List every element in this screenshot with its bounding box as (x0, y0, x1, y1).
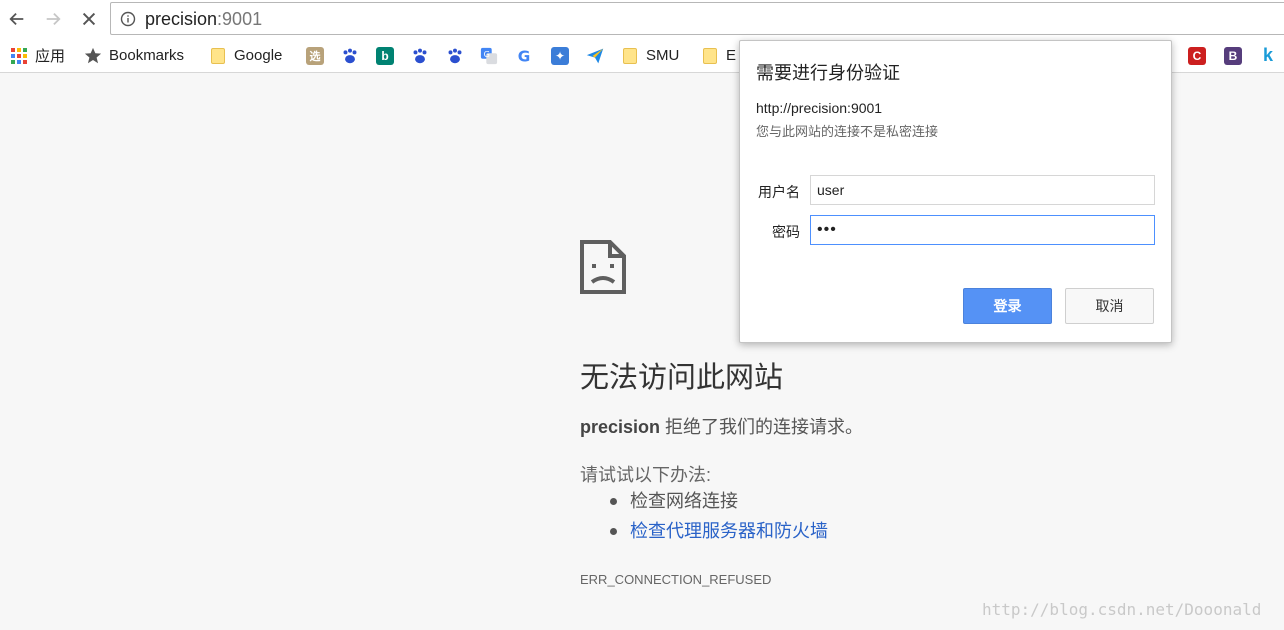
folder-icon (701, 47, 719, 65)
suggestions-heading: 请试试以下办法: (580, 465, 712, 485)
password-label: 密码 (772, 224, 800, 240)
b-logo-icon: B (1224, 46, 1242, 65)
paper-plane-icon (586, 47, 604, 65)
suggestions-list: 检查网络连接 检查代理服务器和防火墙 (580, 489, 828, 549)
error-code: ERR_CONNECTION_REFUSED (580, 572, 772, 587)
bookmark-send[interactable] (586, 38, 611, 73)
address-bar[interactable]: precision:9001 (110, 2, 1284, 35)
dialog-origin: http://precision:9001 (756, 100, 883, 116)
username-input[interactable] (810, 175, 1155, 205)
close-icon (82, 12, 96, 26)
baidu-paw-icon (446, 47, 464, 65)
bookmark-smu-folder[interactable]: SMU (621, 38, 679, 73)
baidu-paw-icon (341, 47, 359, 65)
bookmark-k[interactable]: k (1259, 38, 1277, 73)
bookmark-label: SMU (646, 47, 680, 64)
bookmark-puzzle[interactable]: ✦ (551, 38, 569, 73)
url-text: precision:9001 (145, 9, 262, 30)
error-host: precision (580, 417, 661, 437)
cancel-button[interactable]: 取消 (1065, 288, 1154, 324)
bookmark-apps[interactable]: 应用 (10, 38, 65, 73)
auth-dialog: 需要进行身份验证 http://precision:9001 您与此网站的连接不… (739, 40, 1172, 343)
google-translate-icon: G (480, 47, 498, 65)
bookmark-google-folder[interactable]: Google (209, 38, 282, 73)
bookmark-b[interactable]: B (1224, 38, 1242, 73)
folder-icon (621, 47, 639, 65)
sad-page-icon (580, 240, 626, 294)
bookmark-google[interactable]: G (516, 38, 541, 73)
forward-button[interactable] (40, 6, 66, 32)
watermark: http://blog.csdn.net/Dooonald (982, 600, 1262, 619)
bookmark-xuan[interactable]: 选 (306, 38, 324, 73)
bookmark-c[interactable]: C (1188, 38, 1206, 73)
bookmark-label: 应用 (35, 48, 66, 65)
arrow-right-icon (46, 12, 61, 26)
dialog-title: 需要进行身份验证 (756, 63, 900, 83)
k-logo-icon: k (1262, 45, 1273, 65)
bookmark-google-translate[interactable]: G (480, 38, 505, 73)
bing-icon: b (376, 46, 394, 65)
bookmark-label: E (726, 47, 737, 64)
url-port: :9001 (217, 9, 263, 29)
folder-icon (209, 47, 227, 65)
stop-button[interactable] (76, 6, 102, 32)
bookmark-bookmarks[interactable]: Bookmarks (84, 38, 184, 73)
bookmark-baidu-2[interactable] (411, 38, 436, 73)
bookmark-bing[interactable]: b (376, 38, 394, 73)
error-message: 拒绝了我们的连接请求。 (660, 417, 864, 437)
c-logo-icon: C (1188, 46, 1206, 65)
suggestion-check-network: 检查网络连接 (580, 489, 828, 519)
google-g-icon: G (516, 47, 534, 65)
arrow-left-icon (9, 12, 24, 26)
svg-text:G: G (518, 47, 531, 65)
bookmark-baidu-3[interactable] (446, 38, 471, 73)
star-icon (84, 47, 102, 65)
bookmark-label: Google (234, 47, 283, 64)
username-label: 用户名 (758, 184, 800, 200)
error-title: 无法访问此网站 (580, 362, 784, 394)
password-input[interactable] (810, 215, 1155, 245)
bookmark-e-folder[interactable]: E (701, 38, 736, 73)
info-icon[interactable] (120, 11, 136, 27)
xuan-icon: 选 (306, 46, 324, 65)
error-description: precision 拒绝了我们的连接请求。 (580, 413, 863, 439)
suggestion-check-proxy-link[interactable]: 检查代理服务器和防火墙 (580, 519, 828, 549)
bookmark-label: Bookmarks (109, 47, 185, 64)
dialog-privacy-note: 您与此网站的连接不是私密连接 (756, 124, 939, 139)
puzzle-icon: ✦ (551, 46, 569, 65)
url-host: precision (145, 9, 218, 29)
login-button[interactable]: 登录 (963, 288, 1052, 324)
bookmark-baidu-1[interactable] (341, 38, 366, 73)
apps-grid-icon (10, 47, 28, 65)
browser-toolbar: precision:9001 (0, 0, 1284, 38)
baidu-du-icon (411, 47, 429, 65)
back-button[interactable] (4, 6, 30, 32)
svg-text:G: G (484, 48, 490, 58)
